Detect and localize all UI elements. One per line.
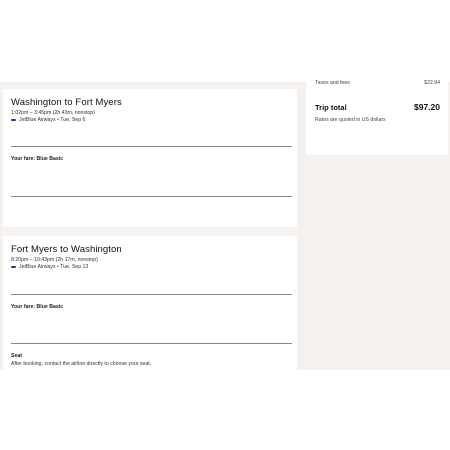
divider (11, 196, 292, 197)
flight-time: 8:20pm – 10:43pm (2h 17m, nonstop) (11, 257, 98, 263)
trip-total-value: $97.20 (414, 102, 440, 112)
divider (11, 294, 292, 295)
seat-label: Seat (11, 353, 22, 359)
taxes-label: Taxes and fees (315, 80, 350, 86)
fare-label: Your fare: Blue Basic (11, 156, 64, 162)
trip-total-label: Trip total (315, 103, 347, 112)
price-summary-card: Taxes and fees $22.94 Trip total $97.20 … (306, 80, 448, 155)
taxes-value: $22.94 (424, 80, 440, 86)
trip-total-row: Trip total $97.20 (315, 102, 440, 112)
divider (11, 146, 292, 147)
flight-title: Washington to Fort Myers (11, 97, 122, 108)
airline-logo-icon (11, 119, 16, 121)
airline-logo-icon (11, 266, 16, 268)
airline-date-text: JetBlue Airways • Tue, Sep 13 (19, 264, 89, 270)
flight-title: Fort Myers to Washington (11, 244, 122, 255)
airline-date-text: JetBlue Airways • Tue, Sep 6 (19, 117, 86, 123)
seat-info-text: After booking, contact the airline direc… (11, 361, 152, 367)
divider (11, 343, 292, 344)
fare-label: Your fare: Blue Basic (11, 304, 64, 310)
taxes-row: Taxes and fees $22.94 (315, 80, 440, 86)
flight-card-outbound: Washington to Fort Myers 1:02pm – 3:45pm… (3, 89, 297, 227)
flight-card-return: Fort Myers to Washington 8:20pm – 10:43p… (3, 236, 297, 370)
flight-airline-date: JetBlue Airways • Tue, Sep 13 (11, 264, 88, 270)
currency-note: Rates are quoted in US dollars (315, 117, 386, 123)
flight-airline-date: JetBlue Airways • Tue, Sep 6 (11, 117, 85, 123)
flight-time: 1:02pm – 3:45pm (2h 43m, nonstop) (11, 110, 95, 116)
